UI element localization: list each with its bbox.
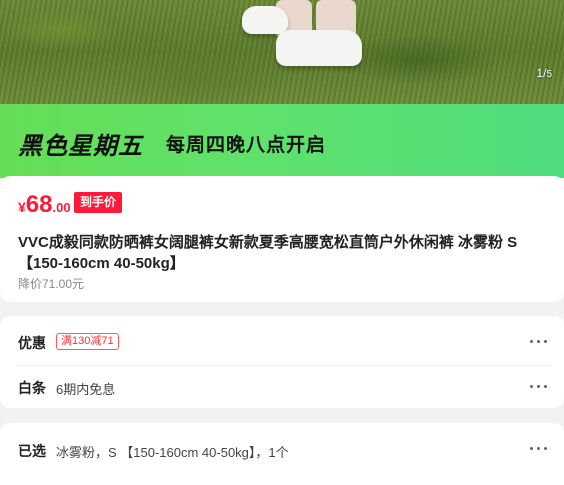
product-detail-page: 1/5 黑色星期五 每周四晚八点开启 ¥68.00 到手价 VVC成毅同款防晒裤…	[0, 0, 564, 485]
discount-more-icon[interactable]	[528, 336, 550, 348]
image-counter-total: 5	[546, 69, 552, 80]
banner-subtitle: 每周四晚八点开启	[166, 135, 327, 156]
final-price-badge: 到手价	[74, 192, 123, 213]
credit-installment-value[interactable]: 6期内免息	[56, 379, 115, 398]
price-decimal: .00	[52, 200, 71, 215]
price-integer: 68	[25, 191, 53, 218]
credit-more-icon[interactable]	[528, 381, 550, 393]
banner-campaign-tag: 黑色星期五	[18, 133, 143, 160]
coupon-tag[interactable]: 满130减71	[56, 333, 119, 350]
row-divider	[18, 365, 550, 366]
credit-label: 白条	[18, 380, 46, 396]
selected-more-icon[interactable]	[528, 443, 550, 455]
promo-banner[interactable]: 黑色星期五 每周四晚八点开启	[0, 104, 564, 178]
final-price: ¥68.00	[18, 191, 71, 219]
price-currency: ¥	[18, 199, 26, 215]
product-title: VVC成毅同款防晒裤女阔腿裤女新款夏季高腰宽松直筒户外休闲裤 冰雾粉 S【150…	[18, 234, 518, 272]
product-photo-shoe-left	[242, 6, 288, 34]
discount-label: 优惠	[18, 335, 46, 351]
image-counter-current: 1	[536, 66, 544, 80]
price-drop-note: 降价71.00元	[18, 277, 85, 291]
image-counter: 1/5	[536, 66, 552, 80]
offers-card: 优惠 满130减71 白条 6期内免息	[0, 316, 564, 408]
selected-variant-value[interactable]: 冰雾粉，S 【150-160cm 40-50kg】，1个	[56, 442, 289, 461]
selected-variant-card[interactable]: 已选 冰雾粉，S 【150-160cm 40-50kg】，1个	[0, 423, 564, 485]
price-card: ¥68.00 到手价 VVC成毅同款防晒裤女阔腿裤女新款夏季高腰宽松直筒户外休闲…	[0, 176, 564, 302]
product-image-carousel[interactable]: 1/5	[0, 0, 564, 104]
selected-label: 已选	[18, 443, 46, 459]
product-photo-shoe-right	[276, 30, 362, 66]
